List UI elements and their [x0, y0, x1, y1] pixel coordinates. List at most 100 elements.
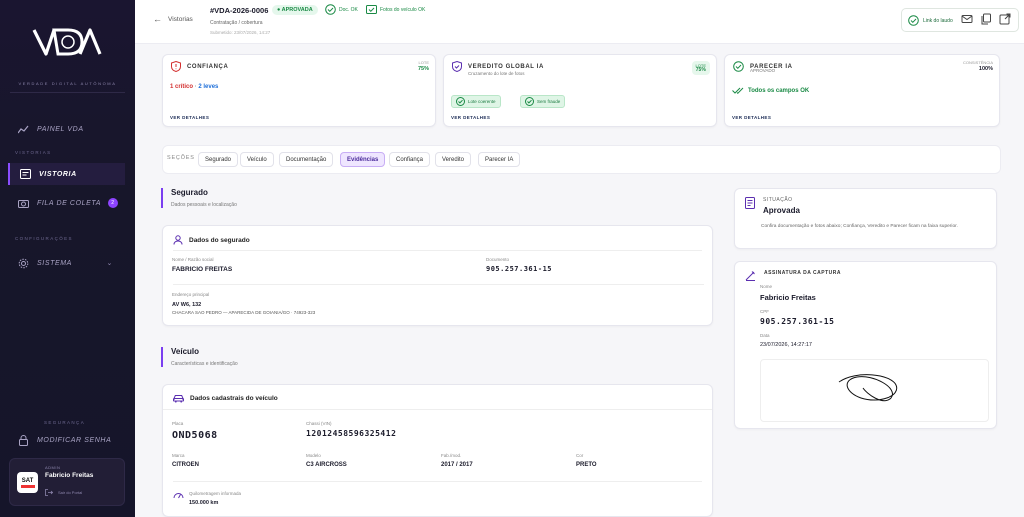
sem-fraude-chip: Sem fraude [520, 95, 566, 108]
marca-label: Marca [172, 453, 185, 458]
parecer-card[interactable]: PARECER IA APROVADO CONSISTÊNCIA 100% Tod… [724, 54, 1000, 127]
card-subtitle: APROVADO [750, 68, 776, 73]
copy-icon[interactable] [980, 13, 992, 25]
section-segurado: Segurado Dados pessoais e localização [161, 188, 237, 208]
data-value: 23/07/2026, 14:27:17 [760, 342, 812, 348]
sidebar-item-label: MODIFICAR SENHA [37, 436, 112, 444]
ver-detalhes-link[interactable]: VER DETALHES [732, 115, 771, 120]
sidebar-item-label: FILA DE COLETA [37, 199, 102, 207]
camera-icon [17, 197, 29, 209]
tab-confianca[interactable]: Confiança [389, 152, 431, 167]
veiculo-card: Dados cadastrais do veículo Placa OND506… [162, 384, 713, 517]
signature-icon [745, 271, 755, 281]
lote-coerente-chip: Lote coerente [451, 95, 501, 108]
shield-check-icon [452, 61, 462, 72]
sidebar-item-vistoria[interactable]: VISTORIA [8, 163, 125, 185]
divider [10, 92, 125, 93]
user-icon [173, 235, 183, 245]
laudo-link[interactable]: Link do laudo [908, 15, 953, 26]
tagline: VERDADE DIGITAL AUTÔNOMA [18, 81, 117, 86]
sidebar-item-senha[interactable]: MODIFICAR SENHA [8, 429, 125, 451]
user-role: ADMIN [45, 465, 61, 470]
document-icon [19, 168, 31, 180]
cpf-value: 905.257.361-15 [760, 317, 835, 326]
divider [173, 250, 702, 251]
top-bar: ← Vistorias #VDA-2026-0006 ● APROVADA Do… [135, 0, 1024, 44]
check-circle-icon [456, 97, 465, 106]
main-content: ← Vistorias #VDA-2026-0006 ● APROVADA Do… [135, 0, 1024, 517]
nome-label: Nome / Razão social [172, 257, 214, 262]
cor-label: Cor [576, 453, 584, 458]
user-card: SAT ADMIN Fabricio Freitas Sair do Porta… [9, 458, 125, 506]
sidebar-item-label: VISTORIA [39, 170, 77, 178]
divider [163, 409, 712, 410]
nome-value: FABRICIO FREITAS [172, 266, 233, 273]
speedometer-icon [173, 493, 184, 499]
double-check-icon [732, 87, 744, 94]
section-label: SEGURANÇA [44, 420, 86, 425]
tab-documentacao[interactable]: Documentação [279, 152, 334, 167]
endereco-line1: AV W6, 132 [172, 302, 202, 308]
tab-veredito[interactable]: Veredito [435, 152, 472, 167]
assinatura-card: ASSINATURA DA CAPTURA Nome Fabricio Frei… [734, 261, 997, 429]
lock-icon [17, 434, 29, 446]
check-circle-icon [325, 4, 336, 15]
sidebar-item-fila[interactable]: FILA DE COLETA 2 [8, 192, 125, 214]
nome-value: Fabricio Freitas [760, 293, 816, 302]
shield-alert-icon [171, 61, 181, 72]
card-header: CONFIANÇA [171, 61, 228, 72]
confianca-card[interactable]: CONFIANÇA LOTE 75% 1 crítico · 2 leves VE… [162, 54, 436, 127]
vda-logo [32, 28, 102, 56]
documento-label: Documento [486, 257, 510, 262]
section-subtitle: Dados pessoais e localização [171, 202, 237, 208]
endereco-label: Endereço principal [172, 292, 210, 297]
chevron-down-icon: ⌄ [106, 260, 113, 267]
car-icon [173, 395, 184, 403]
cor-value: PRETO [576, 462, 597, 468]
logout-button[interactable]: Sair do Portal [45, 489, 82, 496]
situacao-text: Confira documentação e fotos abaixo; Con… [761, 224, 958, 229]
veredito-card[interactable]: VEREDITO GLOBAL IA Cruzamento do lote de… [443, 54, 717, 127]
section-label: CONFIGURAÇÕES [15, 236, 73, 241]
tab-evidencias[interactable]: Evidências [340, 152, 386, 167]
lote-percent: LOTE 75% [691, 61, 710, 75]
photos-check: Fotos do veículo OK [366, 4, 425, 15]
section-tabs: SEÇÕES Segurado Veículo Documentação Evi… [162, 145, 1001, 174]
back-button[interactable]: ← Vistorias [153, 14, 193, 24]
cpf-label: CPF [760, 309, 769, 314]
sidebar-item-sistema[interactable]: SISTEMA ⌄ [8, 252, 125, 274]
avatar: SAT [17, 472, 38, 493]
check-circle-icon [733, 61, 744, 72]
tabs-label: SEÇÕES [167, 155, 195, 161]
card-header: Dados do segurado [173, 235, 250, 245]
situacao-card: SITUAÇÃO Aprovada Confira documentação e … [734, 188, 997, 249]
modelo-label: Modelo [306, 453, 321, 458]
tab-segurado[interactable]: Segurado [198, 152, 239, 167]
sidebar-item-painel[interactable]: PAINEL VDA [8, 118, 125, 140]
check-circle-icon [525, 97, 534, 106]
km-label: Quilometragem informada [189, 491, 242, 496]
external-link-icon[interactable] [999, 13, 1011, 25]
user-name: Fabricio Freitas [45, 472, 94, 479]
sidebar-item-label: SISTEMA [37, 259, 72, 267]
documento-value: 905.257.361-15 [486, 265, 553, 273]
action-group: Link do laudo [901, 8, 1019, 32]
section-title: Veículo [171, 347, 200, 356]
gear-icon [17, 257, 29, 269]
section-label: VISTORIAS [15, 150, 52, 155]
mail-icon[interactable] [961, 13, 973, 25]
chassi-value: 12012458596325412 [306, 429, 397, 438]
chart-icon [17, 123, 29, 135]
card-header: ASSINATURA DA CAPTURA [745, 270, 841, 281]
issue-summary: 1 crítico · 2 leves [170, 84, 219, 90]
ver-detalhes-link[interactable]: VER DETALHES [451, 115, 490, 120]
tab-parecer-ia[interactable]: Parecer IA [478, 152, 521, 167]
signature-drawing [838, 374, 898, 402]
tab-veiculo[interactable]: Veículo [240, 152, 274, 167]
ver-detalhes-link[interactable]: VER DETALHES [170, 115, 209, 120]
page-subtitle: Contratação / cobertura [210, 20, 263, 26]
camera-check-icon [366, 5, 377, 14]
placa-value: OND5068 [172, 430, 218, 441]
lote-percent: LOTE 75% [417, 60, 429, 72]
card-header: SITUAÇÃO Aprovada [745, 197, 800, 215]
